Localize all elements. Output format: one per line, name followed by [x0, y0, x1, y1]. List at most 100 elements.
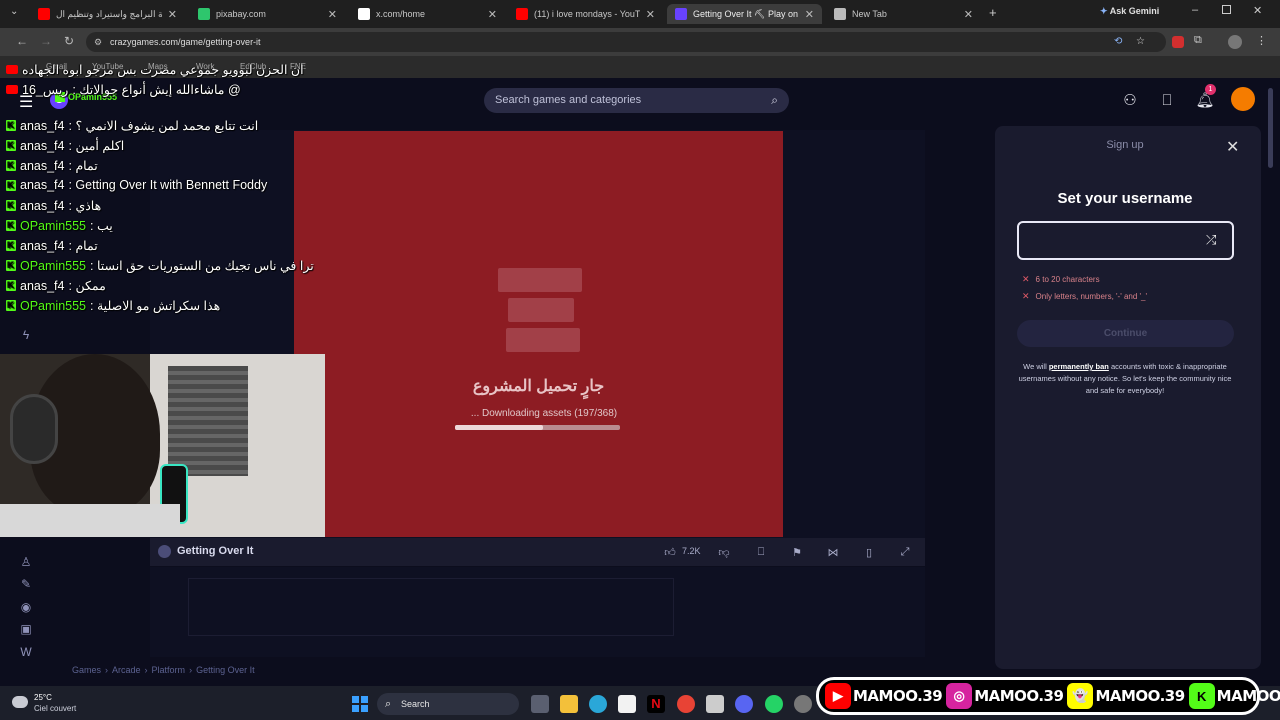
saved-games-icon[interactable]: ⎕	[1157, 90, 1177, 110]
chat-message: K OPamin555: ترا في ناس تجيك من الستوريات…	[6, 258, 314, 273]
new-tab-button[interactable]: +	[989, 5, 997, 20]
chat-text: : يب	[90, 219, 113, 233]
chrome-icon[interactable]	[677, 695, 695, 713]
chat-username: anas_f4	[20, 158, 65, 173]
sidebar-joystick-icon[interactable]: ♙	[18, 555, 34, 571]
tab-close-icon[interactable]: ✕	[488, 8, 497, 21]
chat-text: : هذا سكراتش مو الاصلية	[90, 299, 221, 313]
forward-button[interactable]: →	[40, 34, 52, 48]
tab-close-icon[interactable]: ✕	[964, 8, 973, 21]
social-kick: KMAMOO39	[1188, 683, 1280, 709]
unity-icon[interactable]	[706, 695, 724, 713]
share-icon[interactable]: ⋈	[825, 546, 841, 560]
download-status: ... Downloading assets (197/368)	[470, 408, 618, 419]
breadcrumb: Games › Arcade › Platform › Getting Over It	[72, 665, 255, 675]
browser-tab[interactable]: pixabay.com ✕	[190, 4, 345, 24]
user-avatar[interactable]	[1231, 87, 1255, 111]
ad-placeholder	[188, 578, 674, 636]
kick-badge-icon: K	[6, 120, 16, 131]
taskbar-search[interactable]: ⌕ Search	[377, 693, 519, 715]
back-button[interactable]: ←	[16, 34, 28, 48]
translate-icon[interactable]: ⟲	[1114, 32, 1122, 52]
site-search-input[interactable]: Search games and categories ⌕	[484, 88, 789, 113]
headphones-icon	[10, 394, 58, 464]
tab-close-icon[interactable]: ✕	[328, 8, 337, 21]
tab-close-icon[interactable]: ✕	[646, 8, 655, 21]
fullscreen-icon[interactable]: ⤢	[897, 546, 913, 560]
address-bar[interactable]: ⚙ crazygames.com/game/getting-over-it ⟲ …	[86, 32, 1166, 52]
continue-button[interactable]: Continue	[1017, 320, 1234, 347]
tab-close-icon[interactable]: ✕	[168, 8, 177, 21]
chat-message: Kanas_f4: ممكن	[6, 278, 106, 293]
breadcrumb-item[interactable]: Platform	[152, 665, 186, 675]
ask-gemini-button[interactable]: ✦ Ask Gemini	[1100, 6, 1159, 17]
dislike-icon[interactable]: 👎︎	[716, 546, 732, 560]
browser-tab[interactable]: Getting Over It ⛏ Play on Cra ✕	[667, 4, 822, 24]
save-game-icon[interactable]: ⎕	[753, 546, 769, 560]
edge-icon[interactable]	[589, 695, 607, 713]
profile-avatar[interactable]	[1228, 35, 1242, 49]
tab-list-button[interactable]: ⌄	[10, 6, 18, 17]
scrollbar-thumb[interactable]	[1268, 88, 1273, 168]
chat-text: : هاذي	[68, 199, 102, 213]
site-info-icon[interactable]: ⚙	[94, 32, 102, 52]
page-scrollbar[interactable]	[1266, 78, 1276, 683]
tab-close-icon[interactable]: ✕	[805, 8, 814, 21]
friends-icon[interactable]: ⚇	[1120, 90, 1140, 110]
sidebar-pen-icon[interactable]: ✎	[18, 577, 34, 593]
minimize-button[interactable]: –	[1192, 4, 1198, 16]
ban-note-link[interactable]: permanently ban	[1049, 362, 1109, 371]
username-input[interactable]	[1017, 221, 1234, 260]
browser-tab[interactable]: New Tab ✕	[826, 4, 981, 24]
whatsapp-icon[interactable]	[765, 695, 783, 713]
breadcrumb-item[interactable]: Games	[72, 665, 101, 675]
error-x-icon: ✕	[1022, 291, 1030, 301]
chat-username: anas_f4	[20, 138, 65, 153]
sidebar-bolt-icon[interactable]: ϟ	[18, 328, 34, 344]
social-handle: MAMOO.39	[1095, 687, 1185, 705]
breadcrumb-separator: ›	[144, 665, 148, 675]
windows-start-icon[interactable]	[352, 696, 368, 712]
sidebar-location-icon[interactable]: ◉	[18, 600, 34, 616]
search-icon[interactable]: ⌕	[771, 88, 778, 113]
webcam-overlay	[0, 354, 325, 537]
chat-text: : تمام	[68, 239, 98, 253]
tab-title: pixabay.com	[216, 9, 266, 19]
window-blind	[168, 366, 248, 476]
sidebar-puzzle-icon[interactable]: ▣	[18, 622, 34, 638]
reload-button[interactable]: ↻	[64, 34, 74, 48]
task-view-icon[interactable]	[531, 695, 549, 713]
browser-tab[interactable]: واجهة البرامج واستيراد وتنظيم ال ✕	[30, 4, 185, 24]
theater-mode-icon[interactable]: ▯	[861, 546, 877, 560]
report-icon[interactable]: ⚑	[789, 546, 805, 560]
file-explorer-icon[interactable]	[560, 695, 578, 713]
signup-header: Sign up	[1106, 139, 1144, 151]
kick-badge-icon: K	[6, 260, 16, 271]
sidebar-word-icon[interactable]: W	[18, 645, 34, 661]
close-icon[interactable]: ✕	[1226, 137, 1239, 157]
shuffle-icon[interactable]: ⤮	[1206, 232, 1216, 248]
error-x-icon: ✕	[1022, 274, 1030, 284]
browser-menu-icon[interactable]: ⋮	[1256, 34, 1267, 47]
breadcrumb-item[interactable]: Arcade	[112, 665, 141, 675]
breadcrumb-item[interactable]: Getting Over It	[196, 665, 255, 675]
ban-note-prefix: We will	[1023, 362, 1049, 371]
settings-gear-icon[interactable]	[794, 695, 812, 713]
chat-username: anas_f4	[20, 238, 65, 253]
bookmark-star-icon[interactable]: ☆	[1136, 32, 1145, 52]
store-icon[interactable]	[618, 695, 636, 713]
discord-icon[interactable]	[735, 695, 753, 713]
window-close-button[interactable]: ✕	[1253, 4, 1262, 17]
social-instagram: ◎ MAMOO.39	[946, 683, 1064, 709]
browser-tab[interactable]: x.com/home ✕	[350, 4, 505, 24]
extension-icon[interactable]	[1172, 36, 1184, 48]
netflix-icon[interactable]: N	[647, 695, 665, 713]
browser-tab[interactable]: (11) i love mondays - YouTube ✕	[508, 4, 663, 24]
chat-text: : Getting Over It with Bennett Foddy	[68, 178, 268, 192]
kick-badge-icon: K	[6, 280, 16, 291]
kick-badge-icon: K	[6, 140, 16, 151]
like-icon[interactable]: 👍︎	[662, 546, 678, 560]
extensions-puzzle-icon[interactable]: ⧉	[1194, 34, 1202, 47]
signup-title: Set your username	[1057, 190, 1193, 207]
maximize-button[interactable]	[1222, 5, 1231, 14]
